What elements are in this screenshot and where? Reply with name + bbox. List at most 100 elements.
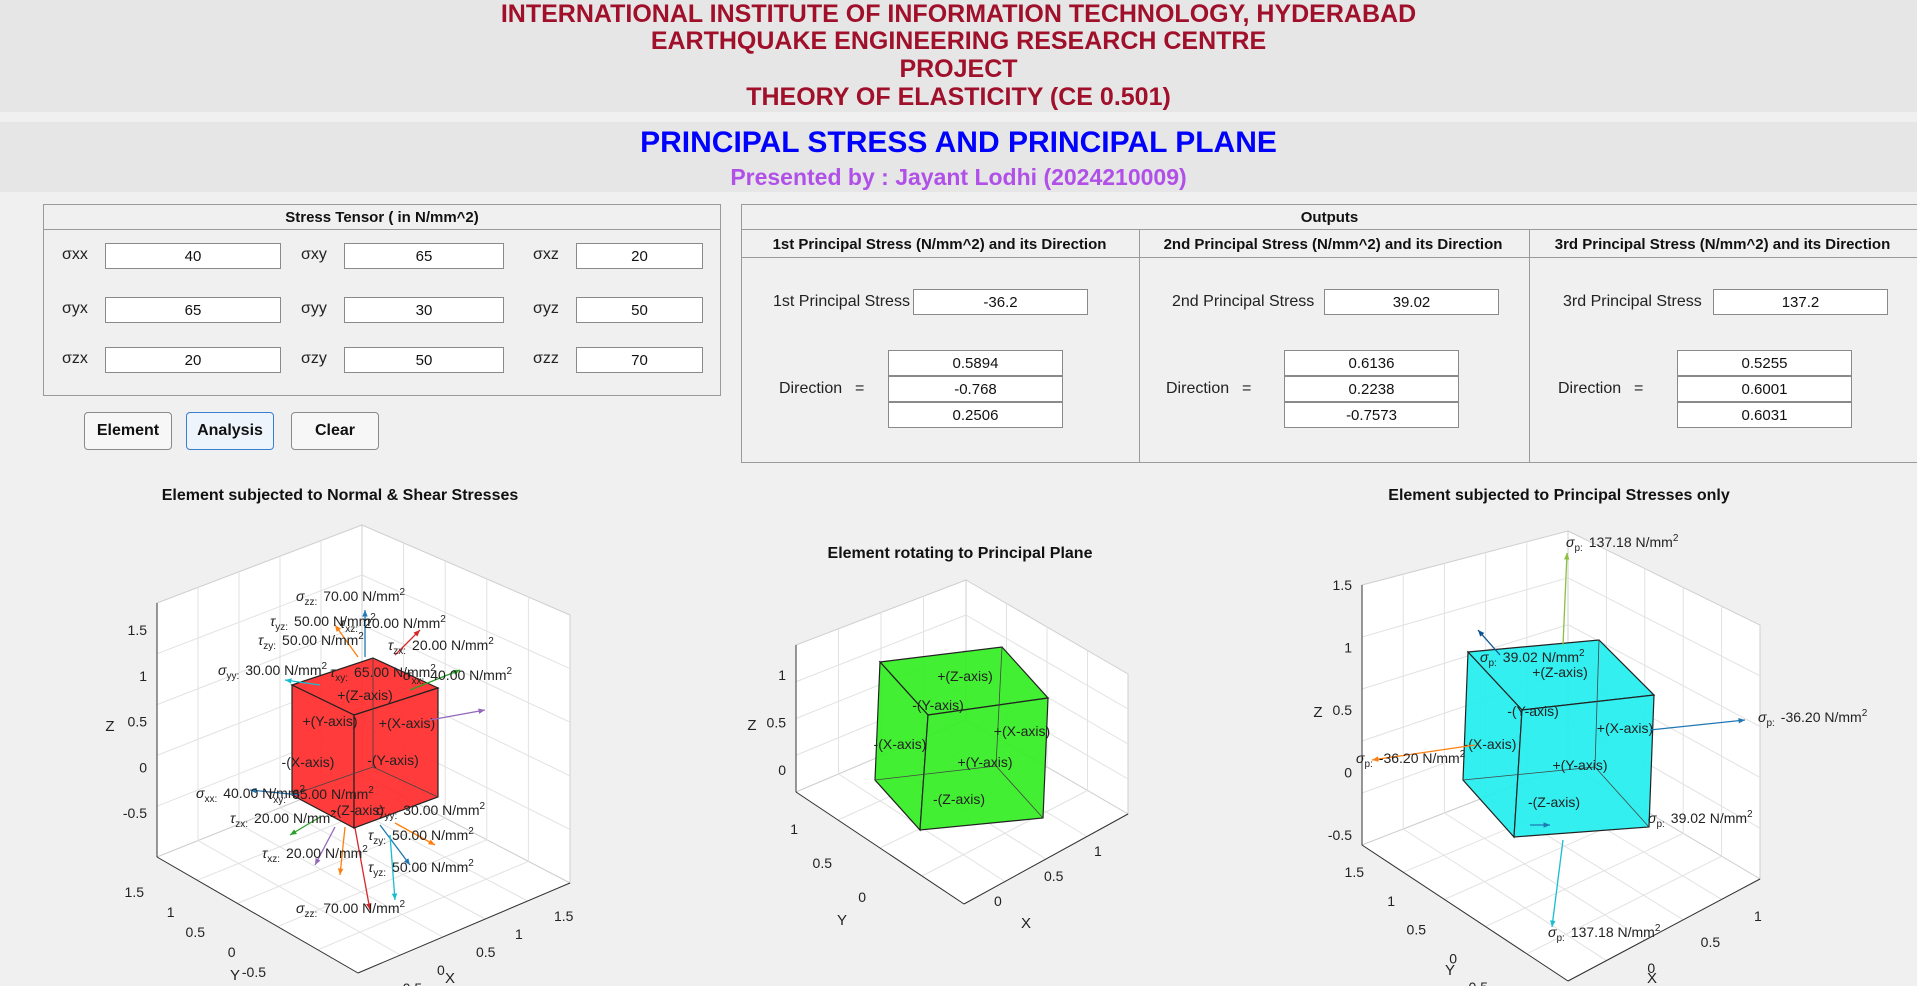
z-tick-label: 1 (778, 667, 786, 683)
annotation-subscript: yz: (373, 868, 386, 879)
equals-sign: = (855, 380, 865, 397)
tensor-input[interactable] (105, 347, 281, 373)
y-axis-label: Y (230, 967, 240, 984)
tensor-input[interactable] (344, 243, 504, 269)
annotation-superscript: 2 (399, 899, 405, 910)
centre-name: EARTHQUAKE ENGINEERING RESEARCH CENTRE (650, 27, 1267, 55)
y-axis-label: Y (837, 912, 847, 929)
cube-face-label: -(Y-axis) (912, 697, 964, 713)
annotation-superscript: 2 (399, 587, 405, 598)
y-tick-label: 1 (167, 904, 175, 920)
clear-button[interactable]: Clear (291, 412, 379, 450)
tensor-input[interactable] (105, 297, 281, 323)
x-tick-label: 0.5 (1044, 868, 1064, 884)
annotation-text: 50.00 N/mm (392, 859, 468, 875)
institute-name: INTERNATIONAL INSTITUTE OF INFORMATION T… (500, 0, 1417, 28)
cube-face-label: +(Z-axis) (337, 687, 393, 703)
direction-component-field[interactable] (1677, 402, 1852, 428)
annotation-superscript: 2 (1862, 708, 1868, 719)
element-button[interactable]: Element (84, 412, 172, 450)
annotation-text: -36.20 N/mm (1379, 750, 1460, 766)
x-tick-label: 0.5 (1701, 934, 1721, 950)
presenter-label: Presented by : Jayant Lodhi (2024210009) (730, 164, 1187, 190)
annotation-superscript: 2 (368, 785, 374, 796)
cube-face-label: -(X-axis) (874, 736, 927, 752)
annotation-superscript: 2 (1673, 533, 1679, 544)
cube-face-label: -(Z-axis) (933, 791, 985, 807)
y-tick-label: 0 (228, 944, 236, 960)
x-tick-label: 1 (515, 926, 523, 942)
principal-value-field[interactable] (1324, 289, 1499, 315)
principal-value-field[interactable] (1713, 289, 1888, 315)
annotation-superscript: 2 (1579, 648, 1585, 659)
annotation-text: 50.00 N/mm (392, 827, 468, 843)
tensor-input[interactable] (576, 297, 703, 323)
annotation-text: 20.00 N/mm (412, 637, 488, 653)
annotation-text: 20.00 N/mm (286, 845, 362, 861)
right-plot-title: Element subjected to Principal Stresses … (1388, 487, 1730, 504)
annotation-superscript: 2 (506, 666, 512, 677)
y-tick-label: 0 (858, 889, 866, 905)
cube-face-label: +(Y-axis) (302, 713, 357, 729)
direction-component-field[interactable] (1677, 376, 1852, 402)
tensor-input[interactable] (105, 243, 281, 269)
cube-face-label: -(X-axis) (1464, 736, 1517, 752)
principal-header: 3rd Principal Stress (N/mm^2) and its Di… (1554, 236, 1891, 253)
annotation-text: -36.20 N/mm (1781, 709, 1862, 725)
direction-component-field[interactable] (1284, 376, 1459, 402)
direction-label: Direction (1166, 380, 1230, 397)
project-label: PROJECT (899, 55, 1018, 83)
x-tick-label: 1 (1754, 908, 1762, 924)
y-tick-label: 1 (790, 821, 798, 837)
tensor-label: σyy (301, 300, 327, 317)
annotation-subscript: zx: (393, 646, 406, 657)
left-3d-plot[interactable]: 1.510.50-0.5Z1.510.50-0.5Y-0.500.511.5X+… (90, 505, 630, 986)
x-tick-label: 1 (1094, 843, 1102, 859)
direction-component-field[interactable] (1284, 402, 1459, 428)
z-tick-label: 0.5 (767, 715, 787, 731)
middle-3d-plot[interactable]: 10.50Z10.50Y00.51X+(Z-axis)-(Y-axis)+(X-… (730, 570, 1150, 930)
x-tick-label: 0 (994, 893, 1002, 909)
tensor-label: σzy (301, 350, 327, 367)
x-tick-label: 0.5 (476, 944, 496, 960)
tensor-input[interactable] (576, 243, 703, 269)
tensor-input[interactable] (344, 347, 504, 373)
annotation-text: 50.00 N/mm (294, 613, 370, 629)
annotation-subscript: xx: (204, 794, 217, 805)
annotation-subscript: p: (1574, 543, 1582, 554)
y-tick-label: 0.5 (813, 855, 833, 871)
stress-element-cube: +(Z-axis) -(Y-axis) +(X-axis) -(X-axis) +(Y-… (1462, 639, 1656, 839)
annotation-superscript: 2 (1747, 809, 1753, 820)
z-axis-label: Z (105, 718, 114, 735)
principal-header: 2nd Principal Stress (N/mm^2) and its Di… (1163, 236, 1503, 253)
direction-component-field[interactable] (1284, 350, 1459, 376)
tensor-input[interactable] (576, 347, 703, 373)
annotation-subscript: xy: (335, 673, 348, 684)
principal-value-field[interactable] (913, 289, 1088, 315)
direction-component-field[interactable] (888, 376, 1063, 402)
middle-plot-title: Element rotating to Principal Plane (827, 545, 1093, 562)
direction-component-field[interactable] (1677, 350, 1852, 376)
tensor-input[interactable] (344, 297, 504, 323)
analysis-button[interactable]: Analysis (186, 412, 274, 450)
divider (1139, 229, 1140, 462)
tensor-label: σxy (301, 246, 327, 263)
direction-component-field[interactable] (888, 402, 1063, 428)
annotation-text: 40.00 N/mm (223, 785, 299, 801)
principal-label: 3rd Principal Stress (1563, 293, 1702, 310)
y-tick-label: -0.5 (1464, 979, 1488, 986)
principal-header: 1st Principal Stress (N/mm^2) and its Di… (772, 236, 1107, 253)
annotation-superscript: 2 (440, 614, 446, 625)
annotation-superscript: 2 (362, 844, 368, 855)
annotation-subscript: zz: (304, 909, 317, 920)
x-axis-label: X (1021, 915, 1031, 930)
y-tick-label: 0.5 (1407, 922, 1427, 938)
annotation-text: 40.00 N/mm (430, 667, 506, 683)
annotation-superscript: 2 (1460, 749, 1466, 760)
stress-element-cube: +(Z-axis) -(Y-axis) +(X-axis) -(X-axis) +(Y-… (874, 646, 1050, 832)
y-tick-label: 1.5 (1345, 864, 1365, 880)
direction-component-field[interactable] (888, 350, 1063, 376)
annotation-text: 30.00 N/mm (403, 802, 479, 818)
right-3d-plot[interactable]: 1.510.50-0.5Z1.510.50-0.5Y-0.500.51X+(Z-… (1300, 505, 1917, 986)
x-tick-label: 0 (437, 962, 445, 978)
